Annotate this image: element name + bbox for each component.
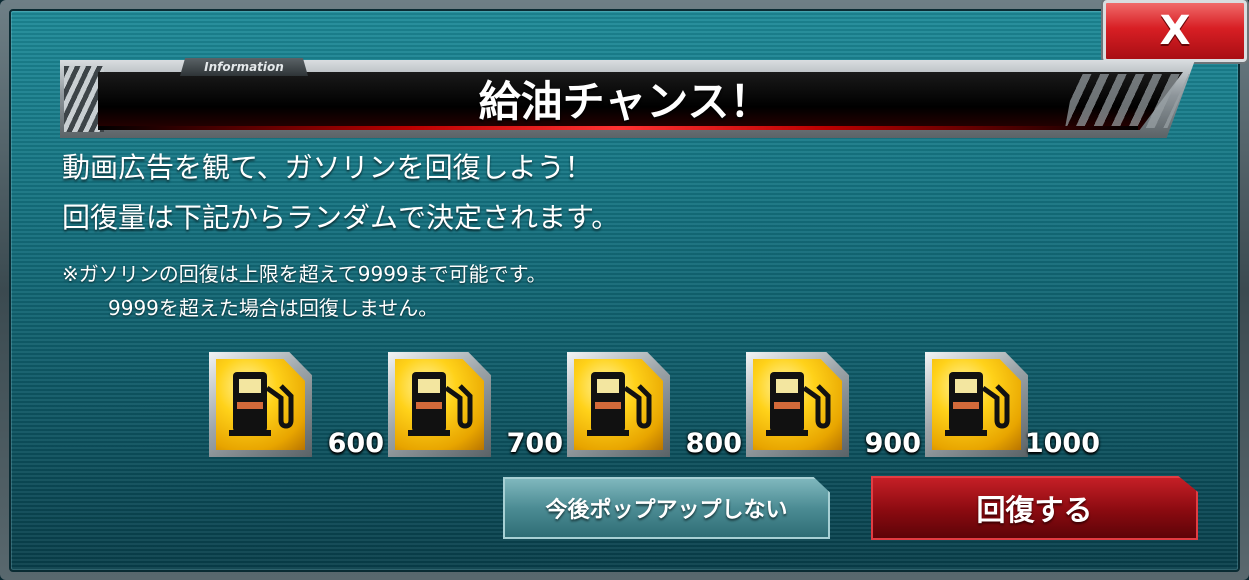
fuel-option: 600 (209, 352, 389, 462)
recover-label: 回復する (976, 493, 1093, 527)
message-line-2: 回復量は下記からランダムで決定されます。 (62, 201, 620, 234)
dialog-title: 給油チャンス！ (478, 77, 772, 126)
fuel-amount: 700 (506, 428, 563, 459)
fuel-amount: 800 (685, 428, 742, 459)
close-button[interactable]: X (1103, 0, 1247, 62)
dont-show-again-label: 今後ポップアップしない (545, 498, 788, 523)
fuel-option: 1000 (925, 352, 1105, 462)
dont-show-again-button[interactable]: 今後ポップアップしない (503, 477, 830, 539)
recover-button[interactable]: 回復する (871, 476, 1198, 540)
note-line-1: ※ガソリンの回復は上限を超えて9999まで可能です。 (62, 262, 547, 286)
message-line-1: 動画広告を観て、ガソリンを回復しよう！ (62, 151, 593, 184)
fuel-amount: 600 (327, 428, 384, 459)
fuel-option: 800 (567, 352, 747, 462)
fuel-amount: 1000 (1024, 428, 1100, 459)
fuel-option: 700 (388, 352, 568, 462)
close-icon: X (1159, 8, 1191, 54)
fuel-amount: 900 (864, 428, 921, 459)
fuel-option: 900 (746, 352, 926, 462)
note-line-2: 9999を超えた場合は回復しません。 (108, 296, 439, 320)
